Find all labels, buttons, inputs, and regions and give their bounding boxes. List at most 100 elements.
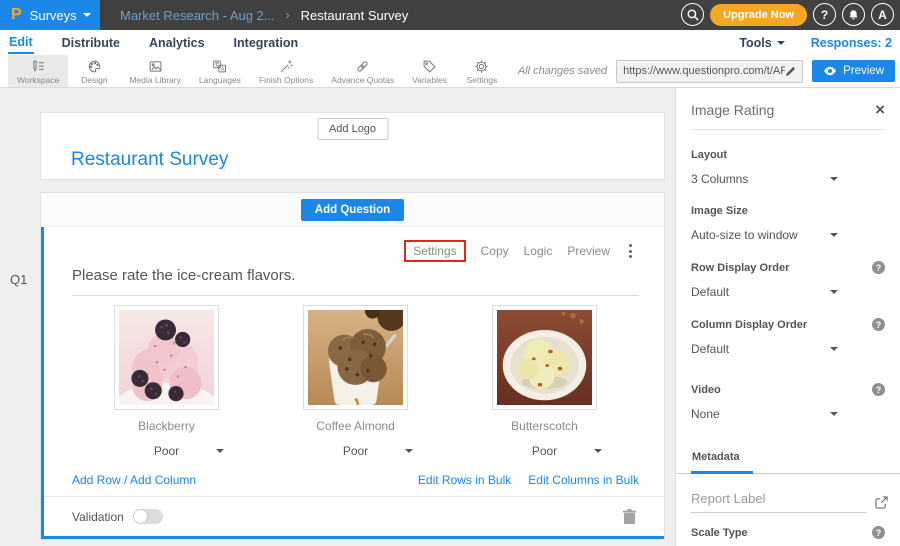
edit-rows-in-bulk-link[interactable]: Edit Rows in Bulk: [418, 473, 511, 487]
toolbar-item-settings[interactable]: Settings: [456, 55, 508, 87]
toolbar-item-media-library[interactable]: Media Library: [120, 55, 190, 87]
toolbar-item-variables[interactable]: Variables: [403, 55, 456, 87]
row-label[interactable]: Butterscotch: [511, 419, 578, 433]
question-logic-link[interactable]: Logic: [524, 244, 553, 258]
translate-icon: A: [212, 59, 227, 74]
question-text[interactable]: Please rate the ice-cream flavors.: [72, 267, 639, 296]
field-row-display-order: Row Display Order? Default: [691, 261, 885, 299]
question-copy-link[interactable]: Copy: [481, 244, 509, 258]
rating-dropdown[interactable]: Poor: [481, 441, 609, 461]
question-links-row: Add Row / Add Column Edit Rows in Bulk E…: [72, 473, 639, 487]
workspace-icon: [31, 59, 46, 74]
add-question-bar: Add Question: [41, 193, 664, 227]
chevron-down-icon: [830, 290, 838, 294]
survey-title[interactable]: Restaurant Survey: [71, 149, 228, 171]
tools-menu[interactable]: Tools: [739, 36, 784, 50]
chevron-down-icon: [83, 13, 91, 17]
blackberry-image[interactable]: [114, 305, 219, 410]
help-button[interactable]: ?: [813, 3, 836, 26]
tab-integration[interactable]: Integration: [233, 33, 300, 53]
help-icon[interactable]: ?: [872, 318, 885, 331]
toolbar-item-workspace[interactable]: Workspace: [8, 55, 68, 87]
help-icon[interactable]: ?: [872, 383, 885, 396]
question-more-menu[interactable]: [625, 242, 636, 260]
chevron-down-icon: [830, 233, 838, 237]
layout-dropdown[interactable]: 3 Columns: [691, 172, 838, 186]
rating-dropdown[interactable]: Poor: [103, 441, 231, 461]
chevron-down-icon: [405, 449, 413, 453]
row-label[interactable]: Blackberry: [138, 419, 195, 433]
edit-columns-in-bulk-link[interactable]: Edit Columns in Bulk: [528, 473, 639, 487]
question-card: Add Question Settings Copy Logic Preview…: [40, 192, 665, 540]
close-icon[interactable]: ×: [875, 104, 885, 116]
butterscotch-image[interactable]: [492, 305, 597, 410]
top-navbar: P Surveys Market Research - Aug 2... › R…: [0, 0, 900, 30]
add-row-column-link[interactable]: Add Row / Add Column: [72, 473, 196, 487]
report-label-input[interactable]: [691, 489, 867, 513]
chain-link-icon: [355, 59, 370, 74]
chevron-down-icon: [594, 449, 602, 453]
survey-canvas: Q1 Add Logo Restaurant Survey Add Questi…: [0, 88, 675, 546]
tab-distribute[interactable]: Distribute: [61, 33, 121, 53]
upgrade-now-button[interactable]: Upgrade Now: [710, 4, 807, 26]
chevron-down-icon: [830, 412, 838, 416]
notifications-button[interactable]: [842, 3, 865, 26]
video-dropdown[interactable]: None: [691, 407, 838, 421]
survey-header-card: Add Logo Restaurant Survey: [40, 112, 665, 180]
breadcrumb-separator: ›: [286, 8, 290, 22]
survey-url-box: [616, 60, 803, 83]
question-preview-link[interactable]: Preview: [567, 244, 610, 258]
add-question-button[interactable]: Add Question: [301, 199, 404, 221]
panel-title: Image Rating: [691, 102, 774, 118]
gear-icon: [474, 59, 489, 74]
search-icon: [687, 9, 699, 21]
breadcrumb-folder[interactable]: Market Research - Aug 2...: [120, 8, 275, 23]
open-report-label-button[interactable]: [875, 496, 888, 513]
magic-wand-icon: [279, 59, 294, 74]
chevron-down-icon: [216, 449, 224, 453]
section-tabs: Edit Distribute Analytics Integration To…: [0, 30, 900, 55]
blackberry-ice-cream-picture: [119, 310, 214, 405]
search-button[interactable]: [681, 3, 704, 26]
field-layout: Layout 3 Columns: [691, 149, 885, 186]
row-display-order-dropdown[interactable]: Default: [691, 285, 838, 299]
image-size-dropdown[interactable]: Auto-size to window: [691, 228, 838, 242]
breadcrumb: Market Research - Aug 2... › Restaurant …: [120, 8, 408, 23]
tab-analytics[interactable]: Analytics: [148, 33, 206, 53]
question-number: Q1: [10, 272, 27, 287]
chevron-down-icon: [777, 41, 785, 45]
tab-metadata[interactable]: Metadata: [691, 451, 753, 474]
responses-count[interactable]: Responses: 2: [811, 36, 892, 50]
help-icon[interactable]: ?: [872, 526, 885, 539]
question-settings-link[interactable]: Settings: [404, 240, 465, 262]
chevron-down-icon: [830, 347, 838, 351]
survey-url-input[interactable]: [623, 65, 785, 77]
toolbar-item-finish-options[interactable]: Finish Options: [250, 55, 322, 87]
divider: [691, 129, 885, 130]
rating-column: Butterscotch Poor: [450, 305, 639, 461]
validation-toggle[interactable]: [133, 509, 163, 524]
column-display-order-dropdown[interactable]: Default: [691, 342, 838, 356]
coffee-almond-image[interactable]: [303, 305, 408, 410]
rating-column: Coffee Almond Poor: [261, 305, 450, 461]
preview-button[interactable]: Preview: [812, 60, 895, 82]
butterscotch-ice-cream-picture: [497, 310, 592, 405]
pencil-icon: [785, 66, 796, 77]
palette-icon: [87, 59, 102, 74]
delete-question-button[interactable]: [623, 509, 636, 524]
external-link-icon: [875, 496, 888, 509]
question-block: Settings Copy Logic Preview Please rate …: [41, 227, 664, 539]
eye-icon: [823, 66, 837, 76]
account-avatar[interactable]: A: [871, 3, 894, 26]
surveys-menu[interactable]: P Surveys: [0, 0, 100, 30]
toolbar-item-design[interactable]: Design: [68, 55, 120, 87]
chevron-down-icon: [830, 177, 838, 181]
toolbar-item-advance-quotas[interactable]: Advance Quotas: [322, 55, 403, 87]
row-label[interactable]: Coffee Almond: [316, 419, 395, 433]
edit-url-button[interactable]: [785, 66, 796, 77]
add-logo-button[interactable]: Add Logo: [317, 118, 388, 140]
help-icon[interactable]: ?: [872, 261, 885, 274]
tab-edit[interactable]: Edit: [8, 32, 34, 54]
toolbar-item-languages[interactable]: A Languages: [190, 55, 250, 87]
rating-dropdown[interactable]: Poor: [292, 441, 420, 461]
